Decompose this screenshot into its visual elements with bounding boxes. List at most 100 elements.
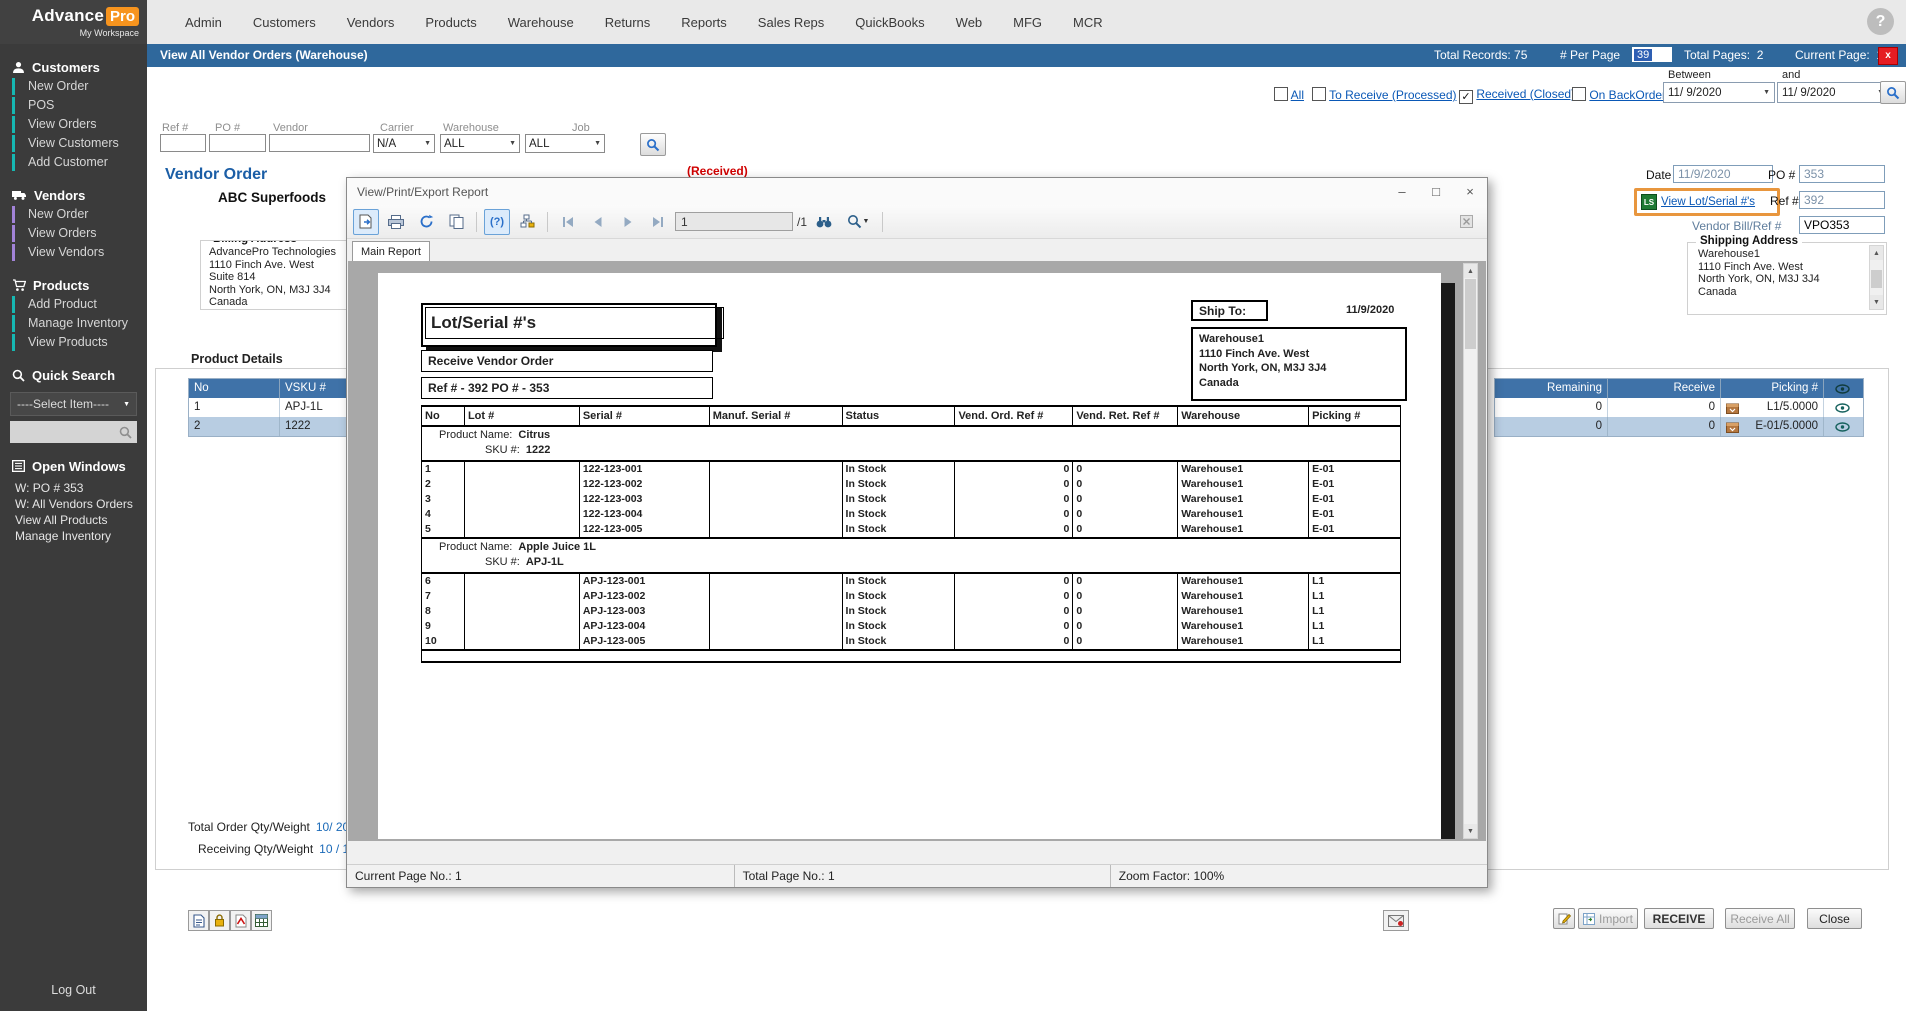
nav-item-quickbooks[interactable]: QuickBooks	[855, 15, 924, 30]
toggle-parameter-panel-button[interactable]: (?)	[484, 209, 510, 235]
toggle-group-tree-button[interactable]	[514, 209, 540, 235]
notes-button[interactable]	[188, 910, 209, 931]
ref-filter-input[interactable]	[160, 134, 206, 152]
date-from-picker[interactable]: 11/ 9/2020▼	[1663, 82, 1775, 103]
sidebar-item-view-customers[interactable]: View Customers	[0, 134, 147, 153]
nav-item-products[interactable]: Products	[425, 15, 476, 30]
date-search-button[interactable]	[1880, 81, 1906, 104]
sidebar-item-view-orders[interactable]: View Orders	[0, 224, 147, 243]
open-window-item[interactable]: View All Products	[0, 512, 147, 528]
minimize-button[interactable]: –	[1385, 179, 1419, 205]
lock-button[interactable]	[209, 910, 230, 931]
nav-item-sales-reps[interactable]: Sales Reps	[758, 15, 824, 30]
maximize-button[interactable]: □	[1419, 179, 1453, 205]
view-lot-serial-link[interactable]: LS View Lot/Serial #'s	[1634, 188, 1780, 216]
close-button[interactable]: Close	[1807, 908, 1862, 929]
pdf-export-button[interactable]	[230, 910, 251, 931]
sidebar-item-new-order[interactable]: New Order	[0, 77, 147, 96]
open-window-item[interactable]: W: PO # 353	[0, 480, 147, 496]
excel-export-button[interactable]	[251, 910, 272, 931]
sidebar-item-pos[interactable]: POS	[0, 96, 147, 115]
scrollbar-thumb[interactable]	[1465, 279, 1476, 349]
carrier-filter-select[interactable]: N/A▼	[373, 134, 435, 153]
zoom-button[interactable]: ▼	[841, 209, 875, 235]
edit-button[interactable]	[1553, 908, 1575, 929]
scroll-down-icon[interactable]: ▼	[1464, 824, 1477, 838]
modal-title-bar[interactable]: View/Print/Export Report – □ ×	[347, 178, 1487, 205]
warehouse-filter-select[interactable]: ALL▼	[440, 134, 520, 153]
filter-to-receive[interactable]: To Receive (Processed)	[1312, 87, 1457, 102]
vendor-filter-input[interactable]	[269, 134, 370, 152]
close-preview-icon[interactable]	[1453, 209, 1479, 235]
export-button[interactable]	[353, 209, 379, 235]
tab-main-report[interactable]: Main Report	[352, 241, 430, 262]
package-icon[interactable]	[1726, 421, 1739, 433]
email-report-button[interactable]	[1383, 910, 1409, 931]
sidebar-header-vendors[interactable]: Vendors	[0, 185, 147, 205]
date-to-picker[interactable]: 11/ 9/2020▼	[1777, 82, 1889, 103]
vendor-bill-input[interactable]: VPO353	[1799, 216, 1885, 234]
all-label[interactable]: All	[1291, 88, 1304, 102]
nav-item-returns[interactable]: Returns	[605, 15, 651, 30]
quick-search-input[interactable]	[10, 421, 137, 443]
sidebar-item-add-product[interactable]: Add Product	[0, 295, 147, 314]
sidebar-header-customers[interactable]: Customers	[0, 57, 147, 77]
sidebar-item-view-products[interactable]: View Products	[0, 333, 147, 352]
cell-eye[interactable]	[1823, 417, 1861, 436]
scroll-up-icon[interactable]: ▲	[1870, 246, 1883, 260]
filter-search-button[interactable]	[640, 133, 666, 156]
previous-page-button[interactable]	[585, 209, 611, 235]
quick-search-select[interactable]: ----Select Item---- ▼	[10, 392, 137, 416]
sidebar-item-view-orders[interactable]: View Orders	[0, 115, 147, 134]
nav-item-mcr[interactable]: MCR	[1073, 15, 1103, 30]
cell-eye[interactable]	[1823, 398, 1861, 417]
scroll-up-icon[interactable]: ▲	[1464, 264, 1477, 278]
sidebar-header-products[interactable]: Products	[0, 275, 147, 295]
to-receive-checkbox[interactable]	[1312, 87, 1326, 101]
view-lot-serial-label[interactable]: View Lot/Serial #'s	[1661, 196, 1755, 208]
nav-item-web[interactable]: Web	[956, 15, 983, 30]
sidebar-item-add-customer[interactable]: Add Customer	[0, 153, 147, 172]
report-scrollbar[interactable]: ▲ ▼	[1463, 263, 1478, 839]
ref-input[interactable]: 392	[1799, 191, 1885, 209]
open-window-item[interactable]: W: All Vendors Orders	[0, 496, 147, 512]
sidebar-item-manage-inventory[interactable]: Manage Inventory	[0, 314, 147, 333]
page-number-input[interactable]: 1	[675, 212, 793, 231]
po-input[interactable]: 353	[1799, 165, 1885, 183]
on-backorder-label[interactable]: On BackOrder	[1589, 88, 1666, 102]
close-modal-button[interactable]: ×	[1453, 179, 1487, 205]
help-icon[interactable]: ?	[1867, 8, 1894, 35]
receive-button[interactable]: RECEIVE	[1644, 908, 1714, 929]
all-checkbox[interactable]	[1274, 87, 1288, 101]
date-input[interactable]: 11/9/2020	[1673, 165, 1773, 183]
to-receive-label[interactable]: To Receive (Processed)	[1329, 88, 1456, 102]
refresh-button[interactable]	[413, 209, 439, 235]
copy-button[interactable]	[443, 209, 469, 235]
scrollbar-thumb[interactable]	[1871, 270, 1882, 288]
logout-button[interactable]: Log Out	[0, 983, 147, 997]
filter-all[interactable]: All	[1274, 87, 1304, 102]
package-icon[interactable]	[1726, 402, 1739, 414]
per-page-input[interactable]: 39	[1632, 47, 1672, 62]
table-row[interactable]: 0 0 E-01/5.0000	[1495, 417, 1863, 436]
open-window-item[interactable]: Manage Inventory	[0, 528, 147, 544]
receive-all-button[interactable]: Receive All	[1725, 908, 1795, 929]
import-button[interactable]: Import	[1578, 908, 1638, 929]
find-text-button[interactable]	[811, 209, 837, 235]
next-page-button[interactable]	[615, 209, 641, 235]
filter-on-backorder[interactable]: On BackOrder	[1572, 87, 1666, 102]
nav-item-mfg[interactable]: MFG	[1013, 15, 1042, 30]
last-page-button[interactable]	[645, 209, 671, 235]
nav-item-warehouse[interactable]: Warehouse	[508, 15, 574, 30]
job-filter-select[interactable]: ALL▼	[525, 134, 605, 153]
nav-item-admin[interactable]: Admin	[185, 15, 222, 30]
nav-item-customers[interactable]: Customers	[253, 15, 316, 30]
filter-received[interactable]: ✓ Received (Closed)	[1459, 87, 1575, 104]
close-page-button[interactable]: x	[1878, 47, 1898, 65]
nav-item-reports[interactable]: Reports	[681, 15, 727, 30]
nav-item-vendors[interactable]: Vendors	[347, 15, 395, 30]
backorder-checkbox[interactable]	[1572, 87, 1586, 101]
scroll-down-icon[interactable]: ▼	[1870, 295, 1883, 309]
print-button[interactable]	[383, 209, 409, 235]
table-row[interactable]: 0 0 L1/5.0000	[1495, 398, 1863, 417]
